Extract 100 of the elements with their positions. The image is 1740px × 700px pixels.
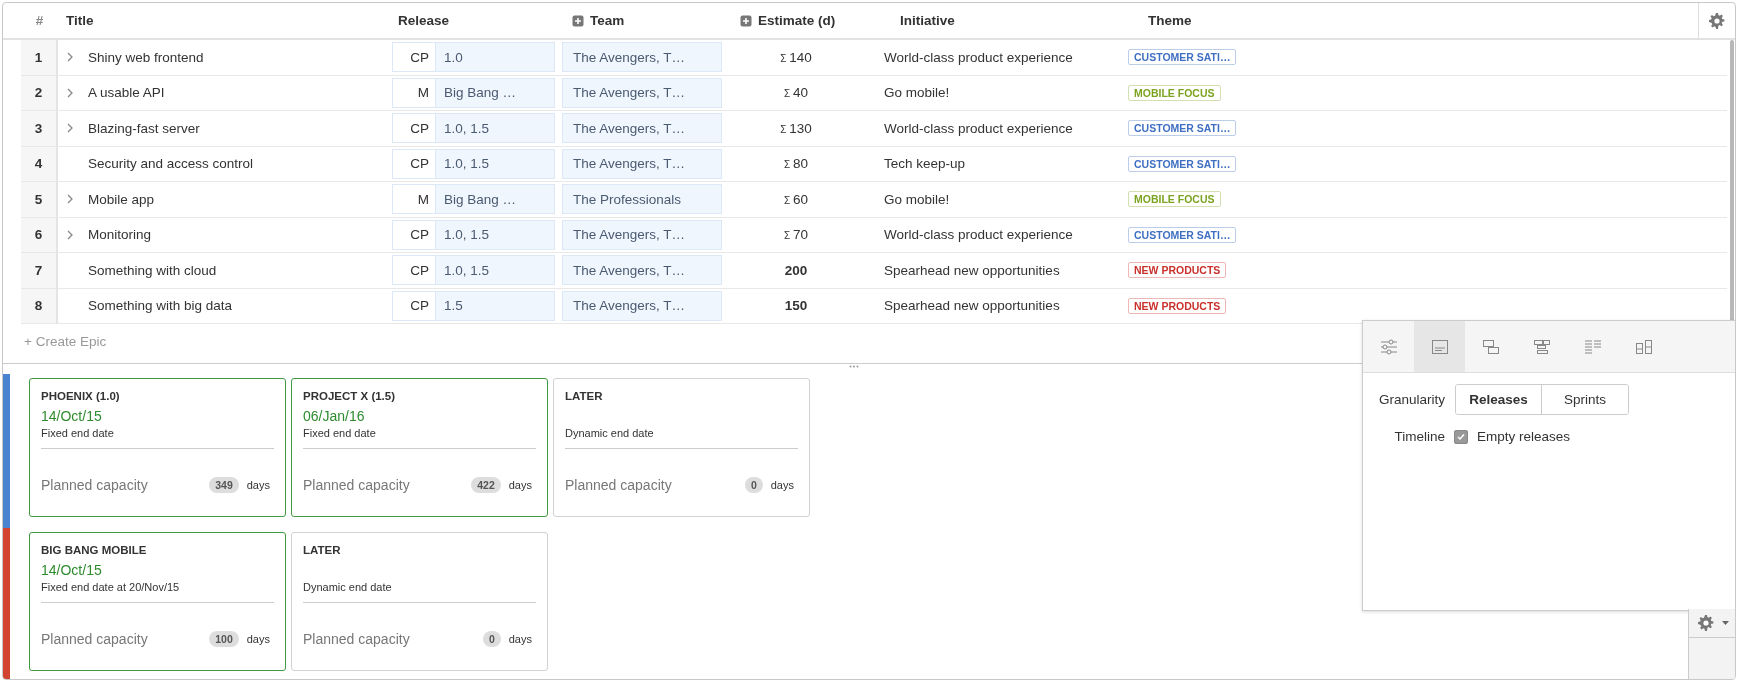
column-header: Initiative	[900, 13, 955, 28]
capacity-unit: days	[246, 479, 270, 491]
initiative-cell: Go mobile!	[884, 85, 950, 101]
initiative-cell: World-class product experience	[884, 120, 1073, 136]
capacity-label: Planned capacity	[303, 631, 411, 647]
row-number: 1	[21, 40, 58, 75]
estimate-value: Σ 140	[780, 49, 812, 65]
expand-column-icon[interactable]	[572, 14, 584, 27]
columns-icon	[1634, 338, 1653, 355]
view-tab[interactable]	[1414, 321, 1465, 372]
tree-icon	[1532, 338, 1551, 355]
row-number: 2	[21, 75, 58, 110]
end-date-note: Fixed end date at 20/Nov/15	[41, 581, 181, 593]
settings-icon	[1698, 615, 1714, 631]
row-number: 6	[21, 217, 58, 252]
expand-chevron-icon[interactable]	[66, 229, 74, 240]
estimate-value: 150	[784, 298, 808, 314]
capacity-unit: days	[770, 479, 794, 491]
capacity-unit: days	[508, 633, 532, 645]
estimate-value: Σ 40	[783, 85, 809, 101]
capacity-unit: days	[508, 479, 532, 491]
empty-releases-checkbox[interactable]	[1454, 429, 1468, 444]
drag-handle-icon[interactable]	[849, 365, 859, 368]
capacity-label: Planned capacity	[303, 477, 411, 493]
release-title: BIG BANG MOBILE	[41, 544, 148, 556]
checkmark-icon	[1456, 431, 1466, 442]
epic-title: Something with cloud	[88, 262, 217, 278]
epic-title: Security and access control	[88, 156, 254, 172]
release-type-cell[interactable]: M	[392, 77, 436, 108]
release-card[interactable]: BIG BANG MOBILE 14/Oct/15 Fixed end date at 20/Nov/15 Planned capacity 100 days	[29, 532, 286, 671]
row-number: 5	[21, 182, 58, 217]
field-label: Timeline	[1393, 429, 1445, 444]
team-cell[interactable]: The Avengers, T…	[562, 290, 722, 321]
release-type-cell[interactable]: CP	[392, 290, 436, 321]
release-cell[interactable]: 1.0, 1.5	[435, 219, 555, 250]
release-card[interactable]: LATER Dynamic end date Planned capacity 0 days	[291, 532, 548, 671]
granularity-option[interactable]: Releases	[1456, 385, 1542, 414]
end-date: 14/Oct/15	[41, 408, 102, 424]
expand-chevron-icon[interactable]	[66, 194, 74, 205]
stack-icon	[1481, 338, 1500, 355]
release-card[interactable]: PROJECT X (1.5) 06/Jan/16 Fixed end date Planned capacity 422 days	[291, 378, 548, 517]
epic-title: Mobile app	[88, 191, 155, 207]
initiative-cell: Tech keep-up	[884, 156, 966, 172]
theme-tag: MOBILE FOCUS	[1128, 84, 1221, 101]
end-date-note: Fixed end date	[303, 427, 377, 439]
release-type-cell[interactable]: CP	[392, 113, 436, 144]
field-label: Granularity	[1377, 392, 1445, 407]
release-cell[interactable]: 1.0, 1.5	[435, 255, 555, 286]
release-cell[interactable]: Big Bang …	[435, 77, 555, 108]
capacity-label: Planned capacity	[565, 477, 673, 493]
team-cell[interactable]: The Avengers, T…	[562, 148, 722, 179]
theme-tag: MOBILE FOCUS	[1128, 191, 1221, 208]
capacity-count: 0	[744, 477, 763, 493]
initiative-cell: Spearhead new opportunities	[884, 298, 1060, 314]
epic-title: Shiny web frontend	[88, 49, 204, 65]
row-number: 7	[21, 253, 58, 288]
release-cell[interactable]: Big Bang …	[435, 184, 555, 215]
expand-chevron-icon[interactable]	[66, 123, 74, 134]
initiative-cell: World-class product experience	[884, 227, 1073, 243]
team-cell[interactable]: The Professionals	[562, 184, 722, 215]
initiative-cell: Spearhead new opportunities	[884, 262, 1060, 278]
end-date-note: Dynamic end date	[565, 427, 655, 439]
end-date: 06/Jan/16	[303, 408, 365, 424]
settings-icon	[1709, 12, 1725, 29]
capacity-unit: days	[246, 633, 270, 645]
team-cell[interactable]: The Avengers, T…	[562, 42, 722, 73]
release-type-cell[interactable]: CP	[392, 148, 436, 179]
release-cell[interactable]: 1.5	[435, 290, 555, 321]
team-cell[interactable]: The Avengers, T…	[562, 77, 722, 108]
expand-chevron-icon[interactable]	[66, 52, 74, 63]
end-date-note: Dynamic end date	[303, 581, 393, 593]
expand-chevron-icon[interactable]	[66, 87, 74, 98]
release-type-cell[interactable]: CP	[392, 255, 436, 286]
column-header: #	[35, 13, 44, 28]
checkbox-label: Empty releases	[1477, 429, 1571, 444]
expand-column-icon[interactable]	[740, 14, 752, 27]
release-title: PROJECT X (1.5)	[303, 390, 397, 402]
release-cell[interactable]: 1.0	[435, 42, 555, 73]
list-icon	[1583, 338, 1602, 355]
theme-tag: CUSTOMER SATI…	[1128, 120, 1237, 137]
release-card[interactable]: LATER Dynamic end date Planned capacity 0 days	[553, 378, 810, 517]
capacity-count: 100	[209, 631, 239, 647]
capacity-count: 0	[482, 631, 501, 647]
release-cell[interactable]: 1.0, 1.5	[435, 148, 555, 179]
team-cell[interactable]: The Avengers, T…	[562, 113, 722, 144]
release-cell[interactable]: 1.0, 1.5	[435, 113, 555, 144]
capacity-label: Planned capacity	[41, 477, 149, 493]
estimate-value: Σ 80	[783, 156, 809, 172]
row-number: 3	[21, 111, 58, 146]
team-cell[interactable]: The Avengers, T…	[562, 219, 722, 250]
release-type-cell[interactable]: M	[392, 184, 436, 215]
release-type-cell[interactable]: CP	[392, 219, 436, 250]
estimate-value: Σ 130	[780, 120, 812, 136]
capacity-label: Planned capacity	[41, 631, 149, 647]
card-icon	[1430, 338, 1449, 355]
capacity-count: 349	[209, 477, 239, 493]
theme-tag: NEW PRODUCTS	[1128, 262, 1227, 279]
release-type-cell[interactable]: CP	[392, 42, 436, 73]
release-card[interactable]: PHOENIX (1.0) 14/Oct/15 Fixed end date Planned capacity 349 days	[29, 378, 286, 517]
team-cell[interactable]: The Avengers, T…	[562, 255, 722, 286]
